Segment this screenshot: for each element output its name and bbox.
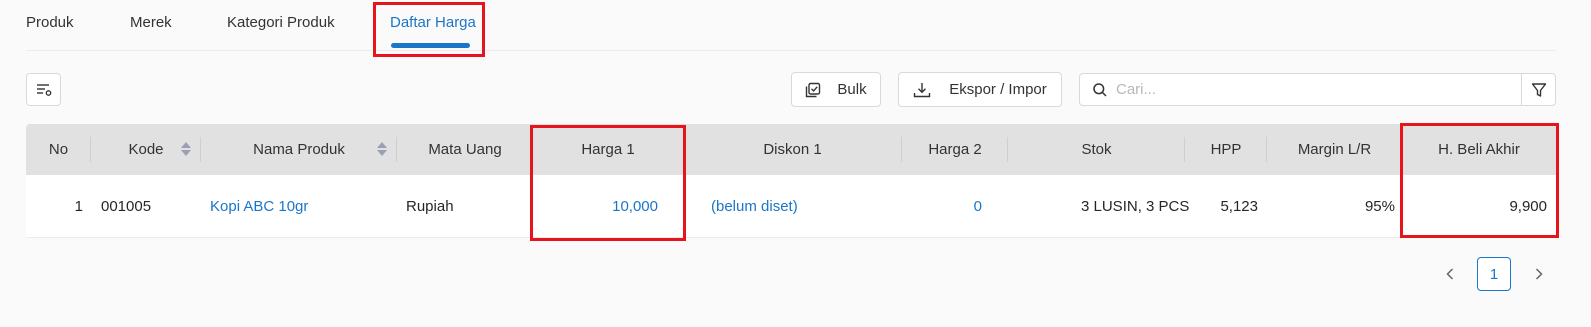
search-input[interactable]: [1116, 74, 1521, 105]
tab-merek[interactable]: Merek: [130, 14, 172, 31]
column-settings-icon: [36, 83, 51, 96]
tab-produk[interactable]: Produk: [26, 14, 74, 31]
prev-page-button[interactable]: [1438, 262, 1462, 286]
cell-hpp: 5,123: [1220, 198, 1258, 215]
column-header-mata-uang: Mata Uang: [428, 141, 502, 158]
filter-icon: [1531, 82, 1546, 97]
download-icon: [914, 82, 931, 97]
search-icon: [1093, 82, 1107, 97]
column-header-no: No: [26, 124, 91, 175]
cell-diskon-1-link[interactable]: (belum diset): [711, 175, 798, 238]
column-header-margin: Margin L/R: [1297, 141, 1372, 158]
cell-margin: 95%: [1364, 198, 1395, 215]
checkbox-multiple-icon: [806, 82, 821, 97]
sort-icon[interactable]: [377, 142, 387, 156]
table-header: No Kode Nama Produk Mata Uang Harga 1 Di…: [26, 124, 1556, 175]
filter-button[interactable]: [1521, 73, 1556, 106]
price-list-table: No Kode Nama Produk Mata Uang Harga 1 Di…: [26, 124, 1556, 238]
column-settings-button[interactable]: [26, 73, 61, 106]
column-header-h-beli-akhir: H. Beli Akhir: [1438, 141, 1520, 158]
search-box: [1079, 73, 1522, 106]
tab-daftar-harga[interactable]: Daftar Harga: [390, 14, 476, 31]
sort-icon[interactable]: [181, 142, 191, 156]
chevron-right-icon: [1535, 268, 1543, 280]
cell-harga-2-link[interactable]: 0: [902, 175, 982, 238]
active-tab-indicator: [391, 43, 470, 48]
cell-no: 1: [74, 198, 83, 215]
column-header-nama-produk[interactable]: Nama Produk: [201, 124, 397, 175]
tab-kategori-produk[interactable]: Kategori Produk: [227, 14, 335, 31]
tab-bar: Produk Merek Kategori Produk Daftar Harg…: [26, 0, 1556, 51]
table-body: 1 001005 Kopi ABC 10gr Rupiah 10,000 (be…: [26, 175, 1556, 238]
cell-h-beli-akhir: 9,900: [1509, 198, 1547, 215]
export-import-button[interactable]: Ekspor / Impor: [898, 72, 1062, 107]
cell-harga-1-link[interactable]: 10,000: [533, 175, 658, 238]
column-header-diskon-1: Diskon 1: [683, 124, 902, 175]
cell-mata-uang: Rupiah: [406, 198, 454, 215]
column-header-kode[interactable]: Kode: [91, 124, 201, 175]
cell-kode: 001005: [101, 198, 152, 215]
column-header-harga-2: Harga 2: [902, 124, 1008, 175]
column-header-hpp: HPP: [1185, 124, 1267, 175]
chevron-left-icon: [1446, 268, 1454, 280]
bulk-label: Bulk: [837, 81, 867, 98]
column-header-harga-1: Harga 1: [581, 141, 635, 158]
bulk-button[interactable]: Bulk: [791, 72, 881, 107]
next-page-button[interactable]: [1527, 262, 1551, 286]
table-row: 1 001005 Kopi ABC 10gr Rupiah 10,000 (be…: [26, 175, 1556, 238]
cell-nama-produk-link[interactable]: Kopi ABC 10gr: [210, 175, 308, 238]
column-header-stok: Stok: [1008, 124, 1185, 175]
export-import-label: Ekspor / Impor: [949, 81, 1047, 98]
page-number-current[interactable]: 1: [1477, 257, 1511, 291]
cell-stok: 3 LUSIN, 3 PCS: [1081, 198, 1190, 215]
